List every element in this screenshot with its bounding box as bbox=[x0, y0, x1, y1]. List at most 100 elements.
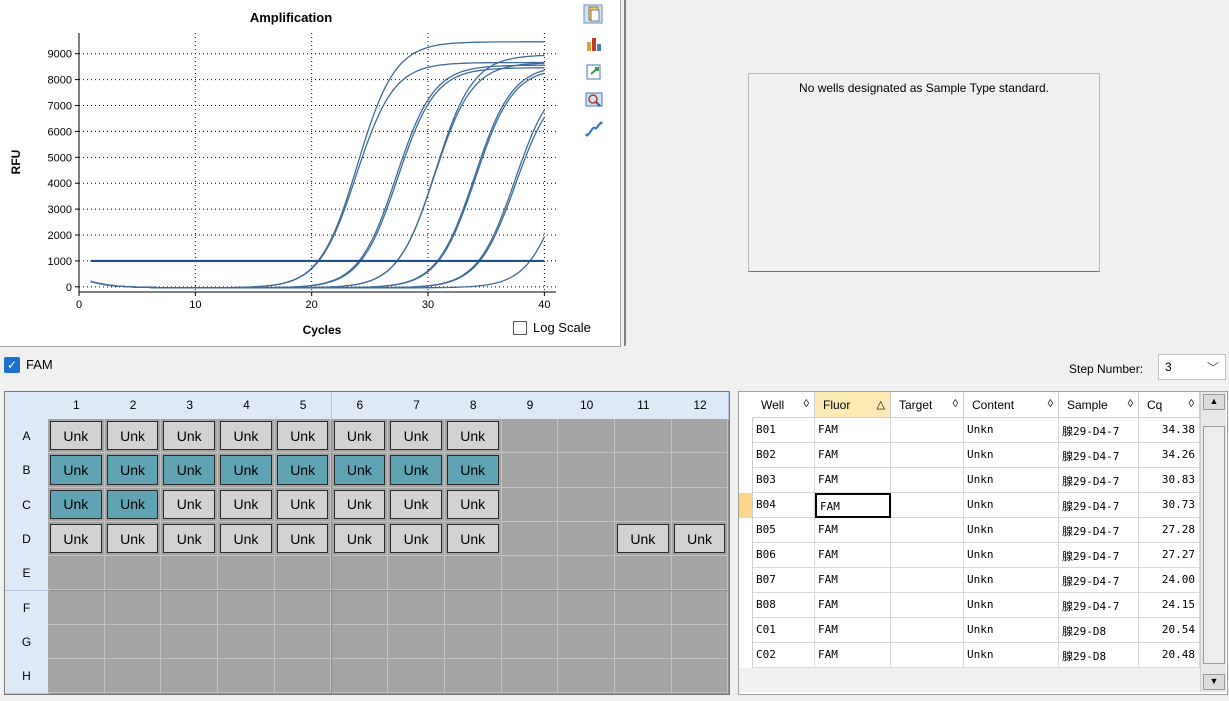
table-cell-target[interactable] bbox=[891, 468, 964, 493]
table-cell-content[interactable]: Unkn bbox=[964, 543, 1059, 568]
plate-well[interactable]: Unk bbox=[615, 521, 672, 557]
plate-well[interactable] bbox=[671, 590, 729, 625]
plate-column-header[interactable]: 2 bbox=[104, 392, 163, 420]
sort-icon[interactable]: ◊ bbox=[804, 398, 809, 410]
table-cell-target[interactable] bbox=[891, 493, 964, 518]
sort-icon[interactable]: ◊ bbox=[1048, 398, 1053, 410]
plate-well[interactable] bbox=[671, 419, 729, 454]
table-cell-content[interactable]: Unkn bbox=[964, 493, 1059, 518]
plate-well[interactable] bbox=[558, 590, 615, 625]
plate-column-header[interactable]: 5 bbox=[274, 392, 333, 420]
plate-well[interactable]: Unk bbox=[161, 521, 219, 557]
plate-row-header[interactable]: C bbox=[5, 487, 49, 523]
table-cell-fluor[interactable]: FAM bbox=[815, 468, 891, 493]
plate-well[interactable] bbox=[501, 521, 559, 557]
table-cell-content[interactable]: Unkn bbox=[964, 418, 1059, 443]
table-cell-well[interactable]: B06 bbox=[753, 543, 815, 568]
table-cell-content[interactable]: Unkn bbox=[964, 518, 1059, 543]
plate-well[interactable] bbox=[161, 659, 219, 694]
plate-well[interactable] bbox=[501, 419, 559, 454]
plate-well[interactable] bbox=[218, 624, 275, 660]
plate-column-header[interactable]: 8 bbox=[444, 392, 503, 420]
table-cell-content[interactable]: Unkn bbox=[964, 568, 1059, 593]
plate-well[interactable] bbox=[331, 590, 389, 625]
column-header-fluor[interactable]: Fluor △ bbox=[815, 392, 891, 418]
plate-well[interactable] bbox=[388, 590, 445, 625]
plate-well[interactable]: Unk bbox=[331, 419, 389, 454]
table-cell-sample[interactable]: 腺29-D4-7 bbox=[1059, 543, 1139, 568]
row-selector[interactable] bbox=[739, 568, 753, 594]
table-cell-cq[interactable]: 20.54 bbox=[1139, 618, 1200, 643]
table-cell-content[interactable]: Unkn bbox=[964, 443, 1059, 468]
zoom-icon[interactable] bbox=[585, 91, 605, 111]
plate-well[interactable]: Unk bbox=[388, 521, 445, 557]
plate-well[interactable]: Unk bbox=[48, 487, 105, 522]
plate-well[interactable] bbox=[615, 453, 672, 488]
plate-well[interactable] bbox=[444, 590, 502, 625]
table-cell-cq[interactable]: 27.27 bbox=[1139, 543, 1200, 568]
plate-well[interactable] bbox=[218, 556, 275, 591]
plate-well[interactable] bbox=[558, 521, 615, 557]
chart-settings-icon[interactable] bbox=[585, 34, 605, 54]
plate-row-header[interactable]: A bbox=[5, 419, 49, 455]
table-cell-fluor[interactable]: FAM bbox=[815, 493, 891, 518]
table-cell-sample[interactable]: 腺29-D4-7 bbox=[1059, 593, 1139, 618]
plate-well[interactable] bbox=[274, 556, 332, 591]
column-header-well[interactable]: Well ◊ bbox=[753, 392, 815, 418]
table-cell-sample[interactable]: 腺29-D4-7 bbox=[1059, 468, 1139, 493]
plate-well[interactable]: Unk bbox=[388, 453, 445, 488]
plate-well[interactable] bbox=[218, 590, 275, 625]
plate-column-header[interactable]: 9 bbox=[501, 392, 560, 420]
plate-well[interactable] bbox=[501, 487, 559, 522]
row-selector[interactable] bbox=[739, 468, 753, 494]
plate-well[interactable] bbox=[161, 624, 219, 660]
plate-well[interactable]: Unk bbox=[218, 419, 275, 454]
plate-well[interactable] bbox=[501, 659, 559, 694]
plate-corner[interactable] bbox=[5, 392, 49, 420]
table-cell-fluor[interactable]: FAM bbox=[815, 618, 891, 643]
log-scale-toggle[interactable]: Log Scale bbox=[513, 320, 591, 335]
table-cell-content[interactable]: Unkn bbox=[964, 643, 1059, 668]
plate-well[interactable]: Unk bbox=[104, 419, 162, 454]
table-cell-well[interactable]: B05 bbox=[753, 518, 815, 543]
row-selector[interactable] bbox=[739, 493, 753, 519]
table-cell-well[interactable]: B03 bbox=[753, 468, 815, 493]
plate-well[interactable] bbox=[615, 624, 672, 660]
plate-well[interactable]: Unk bbox=[48, 419, 105, 454]
table-cell-cq[interactable]: 30.73 bbox=[1139, 493, 1200, 518]
table-cell-target[interactable] bbox=[891, 418, 964, 443]
plate-well[interactable] bbox=[671, 659, 729, 694]
plate-row-header[interactable]: B bbox=[5, 453, 49, 489]
plate-row-header[interactable]: G bbox=[5, 624, 49, 661]
plate-column-header[interactable]: 4 bbox=[218, 392, 276, 420]
table-cell-sample[interactable]: 腺29-D8 bbox=[1059, 643, 1139, 668]
plate-well[interactable]: Unk bbox=[274, 453, 332, 488]
plate-well[interactable]: Unk bbox=[274, 487, 332, 522]
table-cell-content[interactable]: Unkn bbox=[964, 468, 1059, 493]
table-cell-cq[interactable]: 24.15 bbox=[1139, 593, 1200, 618]
table-cell-cq[interactable]: 34.38 bbox=[1139, 418, 1200, 443]
plate-well[interactable] bbox=[48, 590, 105, 625]
scroll-thumb[interactable] bbox=[1203, 426, 1225, 664]
table-cell-well[interactable]: B01 bbox=[753, 418, 815, 443]
table-cell-fluor[interactable]: FAM bbox=[815, 643, 891, 668]
table-cell-cq[interactable]: 24.00 bbox=[1139, 568, 1200, 593]
table-cell-target[interactable] bbox=[891, 643, 964, 668]
plate-well[interactable]: Unk bbox=[331, 453, 389, 488]
plate-well[interactable]: Unk bbox=[218, 487, 275, 522]
plate-well[interactable] bbox=[615, 659, 672, 694]
plate-well[interactable]: Unk bbox=[444, 487, 502, 522]
plate-well[interactable]: Unk bbox=[444, 419, 502, 454]
plate-well[interactable]: Unk bbox=[218, 453, 275, 488]
plate-column-header[interactable]: 11 bbox=[615, 392, 673, 420]
table-cell-content[interactable]: Unkn bbox=[964, 618, 1059, 643]
table-cell-well[interactable]: C01 bbox=[753, 618, 815, 643]
plate-well[interactable] bbox=[274, 624, 332, 660]
plate-well[interactable] bbox=[388, 556, 445, 591]
plate-well[interactable] bbox=[161, 556, 219, 591]
plate-well[interactable] bbox=[48, 659, 105, 694]
row-selector[interactable] bbox=[739, 443, 753, 469]
plate-well[interactable] bbox=[671, 453, 729, 488]
plate-well[interactable] bbox=[104, 590, 162, 625]
plate-well[interactable] bbox=[331, 659, 389, 694]
